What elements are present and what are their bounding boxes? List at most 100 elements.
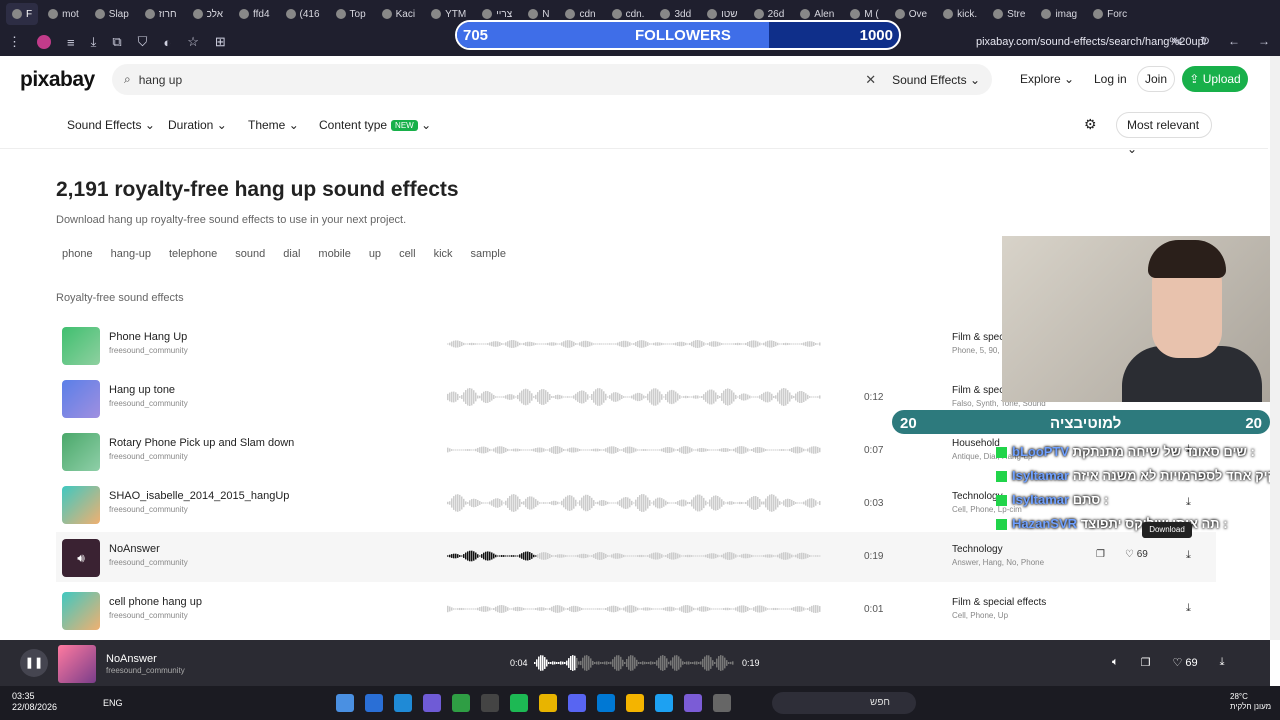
search-input[interactable] <box>138 72 866 87</box>
taskbar-app-icon[interactable] <box>365 694 383 712</box>
waveform[interactable] <box>447 597 821 621</box>
browser-tab[interactable]: kick. <box>937 3 983 25</box>
reload-icon[interactable]: ↻ <box>1200 34 1210 48</box>
result-title[interactable]: cell phone hang up <box>109 596 202 608</box>
clock[interactable]: 03:35 22/08/2026 <box>12 691 57 713</box>
tag-chip[interactable]: phone <box>56 246 99 262</box>
pixabay-logo[interactable]: pixabay <box>20 68 95 92</box>
browser-tab[interactable]: Stre <box>987 3 1031 25</box>
shield-icon[interactable]: ⛉ <box>138 34 148 50</box>
taskbar-app-icon[interactable] <box>423 694 441 712</box>
result-title[interactable]: NoAnswer <box>109 543 160 555</box>
tag-chip[interactable]: cell <box>393 246 422 262</box>
browser-tab[interactable]: (416 <box>280 3 326 25</box>
waveform[interactable] <box>447 332 821 356</box>
download-icon[interactable]: ⤓ <box>1220 656 1225 669</box>
download-icon[interactable]: ⤓ <box>91 34 97 50</box>
tag-chip[interactable]: sample <box>465 246 512 262</box>
playing-thumbnail[interactable]: 🔊︎ <box>62 539 100 577</box>
browser-tab[interactable]: imag <box>1035 3 1083 25</box>
taskbar-app-icon[interactable] <box>713 694 731 712</box>
taskbar-app-icon[interactable] <box>452 694 470 712</box>
result-title[interactable]: Phone Hang Up <box>109 331 187 343</box>
volume-icon[interactable]: 🔈︎ <box>1112 656 1119 669</box>
waveform[interactable] <box>447 491 821 515</box>
result-row[interactable]: cell phone hang up freesound_community 0:0… <box>56 585 1216 635</box>
waveform[interactable] <box>447 438 821 462</box>
browser-tab[interactable]: Ove <box>889 3 933 25</box>
back-icon[interactable]: ← <box>1228 34 1240 48</box>
playlist-icon[interactable]: ≡ <box>67 35 75 50</box>
download-icon[interactable]: ⤓ <box>1186 549 1191 562</box>
result-thumbnail[interactable] <box>62 433 100 471</box>
extensions-icon[interactable]: ⧉ <box>112 34 121 50</box>
tag-chip[interactable]: telephone <box>163 246 223 262</box>
browser-tab[interactable]: Top <box>330 3 372 25</box>
forward-icon[interactable]: → <box>1258 34 1270 48</box>
wallet-icon[interactable]: ◐ <box>163 35 171 50</box>
sort-dropdown[interactable]: Most relevant ⌄ <box>1116 112 1212 156</box>
taskbar-app-icon[interactable] <box>336 694 354 712</box>
browser-tab[interactable]: Kaci <box>376 3 421 25</box>
translate-icon[interactable]: ⇋ <box>1172 34 1182 48</box>
bookmark-icon[interactable]: ❐ <box>1096 549 1105 560</box>
like-button[interactable]: ♡ 69 <box>1125 549 1148 560</box>
result-thumbnail[interactable] <box>62 380 100 418</box>
player-waveform[interactable] <box>534 652 734 674</box>
tag-chip[interactable]: hang-up <box>105 246 157 262</box>
language-indicator[interactable]: ENG <box>103 698 123 708</box>
taskbar-search[interactable]: חפש <box>772 692 916 714</box>
result-title[interactable]: SHAO_isabelle_2014_2015_hangUp <box>109 490 289 502</box>
download-icon[interactable]: ⤓ <box>1186 602 1191 615</box>
browser-tab[interactable]: ffd4 <box>233 3 276 25</box>
result-row[interactable]: 🔊︎ NoAnswer freesound_community 0:19 Technol… <box>56 532 1216 582</box>
tag-chip[interactable]: mobile <box>312 246 356 262</box>
tag-chip[interactable]: up <box>363 246 387 262</box>
bookmark-icon[interactable]: ❐ <box>1141 656 1151 669</box>
taskbar-app-icon[interactable] <box>539 694 557 712</box>
pause-button[interactable]: ❚❚ <box>20 649 48 677</box>
result-title[interactable]: Rotary Phone Pick up and Slam down <box>109 437 294 449</box>
join-button[interactable]: Join <box>1137 66 1175 92</box>
result-thumbnail[interactable] <box>62 327 100 365</box>
login-link[interactable]: Log in <box>1094 72 1127 86</box>
tag-chip[interactable]: dial <box>277 246 306 262</box>
result-title[interactable]: Hang up tone <box>109 384 175 396</box>
download-icon[interactable]: ⤓ <box>1186 496 1191 509</box>
taskbar-app-icon[interactable] <box>626 694 644 712</box>
tag-chip[interactable]: kick <box>428 246 459 262</box>
bookmark-star-icon[interactable]: ☆ <box>187 34 199 50</box>
taskbar-app-icon[interactable] <box>481 694 499 712</box>
browser-tab[interactable]: Slap <box>89 3 135 25</box>
waveform[interactable] <box>447 544 821 568</box>
taskbar-app-icon[interactable] <box>684 694 702 712</box>
profile-icon[interactable] <box>37 35 51 49</box>
tag-chip[interactable]: sound <box>229 246 271 262</box>
clear-search-icon[interactable]: ✕ <box>865 72 876 88</box>
menu-icon[interactable]: ⋮ <box>8 34 21 50</box>
browser-tab[interactable]: חרוז <box>139 3 183 25</box>
weather-widget[interactable]: 28°C מעונן חלקית <box>1230 692 1271 712</box>
browser-tab[interactable]: אלכ <box>187 3 229 25</box>
taskbar-app-icon[interactable] <box>655 694 673 712</box>
explore-menu[interactable]: Explore ⌄ <box>1020 72 1074 86</box>
filter-sound-effects[interactable]: Sound Effects ⌄ <box>67 118 155 132</box>
upload-button[interactable]: ⇪ Upload <box>1182 66 1248 92</box>
like-button[interactable]: ♡ 69 <box>1172 656 1197 669</box>
taskbar-app-icon[interactable] <box>597 694 615 712</box>
waveform[interactable] <box>447 385 821 409</box>
page-scrollbar[interactable] <box>1270 56 1280 640</box>
browser-tab[interactable]: mot <box>42 3 85 25</box>
gear-icon[interactable]: ⚙ <box>1084 116 1097 133</box>
taskbar-app-icon[interactable] <box>510 694 528 712</box>
search-category-dropdown[interactable]: Sound Effects ⌄ <box>892 73 980 87</box>
filter-duration[interactable]: Duration ⌄ <box>168 118 227 132</box>
filter-content-type[interactable]: Content type NEW ⌄ <box>319 118 431 132</box>
result-thumbnail[interactable] <box>62 592 100 630</box>
browser-tab[interactable]: Forc <box>1087 3 1133 25</box>
taskbar-app-icon[interactable] <box>394 694 412 712</box>
filter-theme[interactable]: Theme ⌄ <box>248 118 299 132</box>
result-thumbnail[interactable] <box>62 486 100 524</box>
browser-tab[interactable]: F <box>6 3 39 25</box>
split-view-icon[interactable]: ⊞ <box>215 34 226 50</box>
